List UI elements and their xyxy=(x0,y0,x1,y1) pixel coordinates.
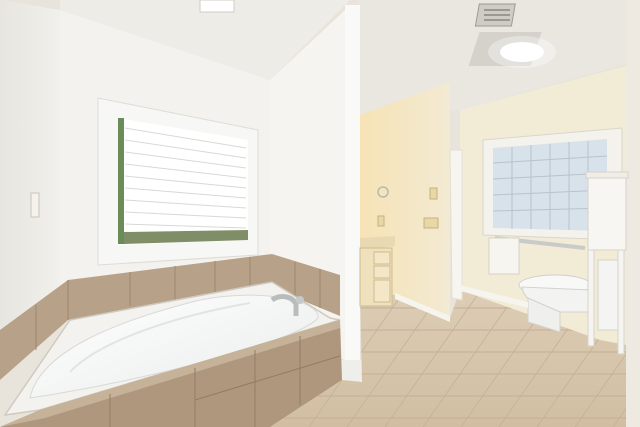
right-wall-edge xyxy=(626,0,640,427)
wall-outlet xyxy=(377,215,385,227)
shower-curtain xyxy=(449,149,463,301)
vanity xyxy=(359,236,395,307)
bathroom-scene xyxy=(0,0,640,427)
wall-outlet xyxy=(423,217,439,229)
ceiling-vent xyxy=(474,3,516,27)
wall-vent xyxy=(488,237,520,275)
bathroom-photo xyxy=(0,0,640,427)
skylight xyxy=(199,0,235,13)
left-wall xyxy=(0,0,60,330)
light-switch xyxy=(30,192,40,218)
partition-base xyxy=(340,360,362,382)
wall-outlet xyxy=(429,187,438,200)
partition-edge xyxy=(345,5,360,380)
